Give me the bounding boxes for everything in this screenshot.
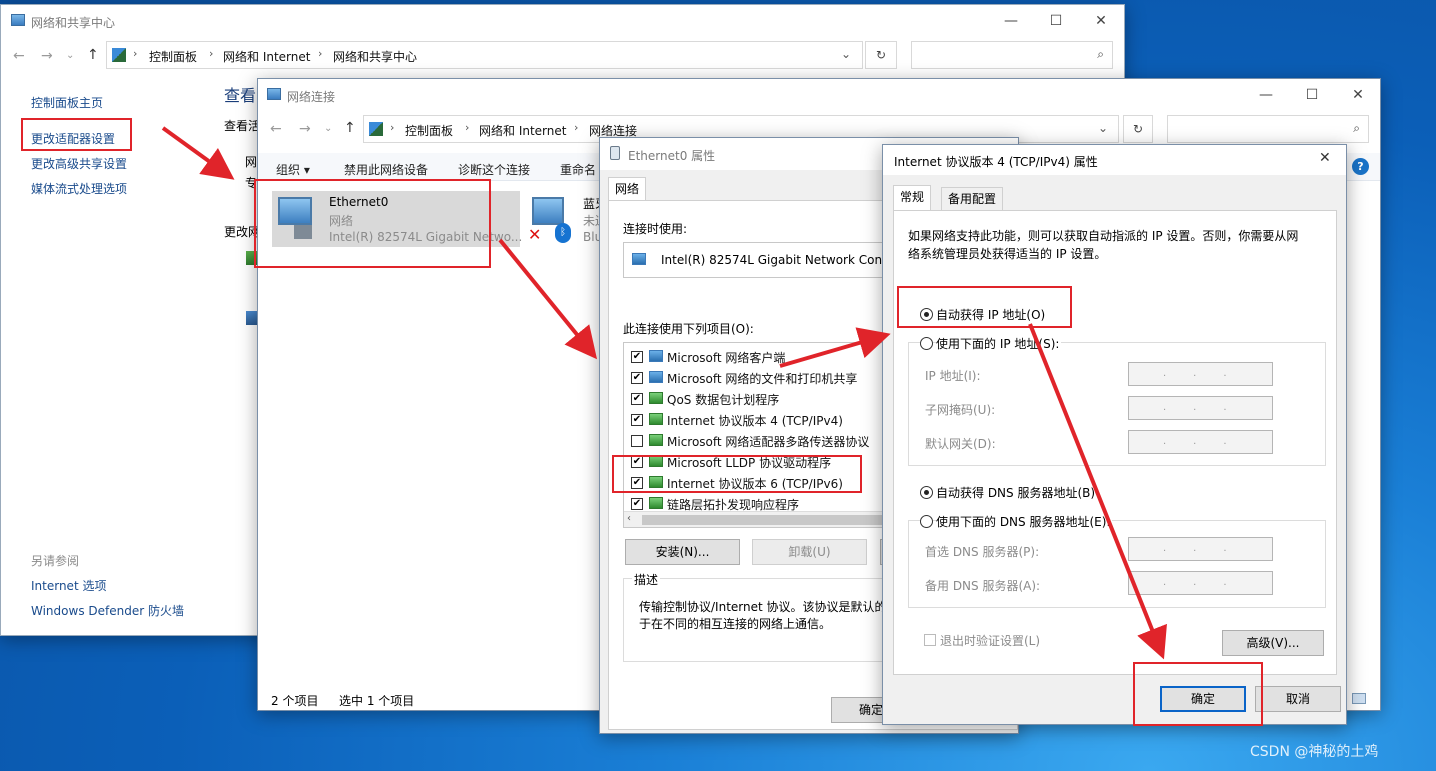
arrow-ethernet-to-props — [498, 238, 598, 360]
annotation-arrows — [161, 126, 1167, 660]
arrow-ipv4-to-dialog — [779, 327, 891, 368]
watermark-text: CSDN @神秘的土鸡 — [1250, 744, 1379, 760]
arrow-auto-ip-to-ok — [1028, 323, 1167, 660]
arrow-adapter-settings — [161, 126, 235, 180]
